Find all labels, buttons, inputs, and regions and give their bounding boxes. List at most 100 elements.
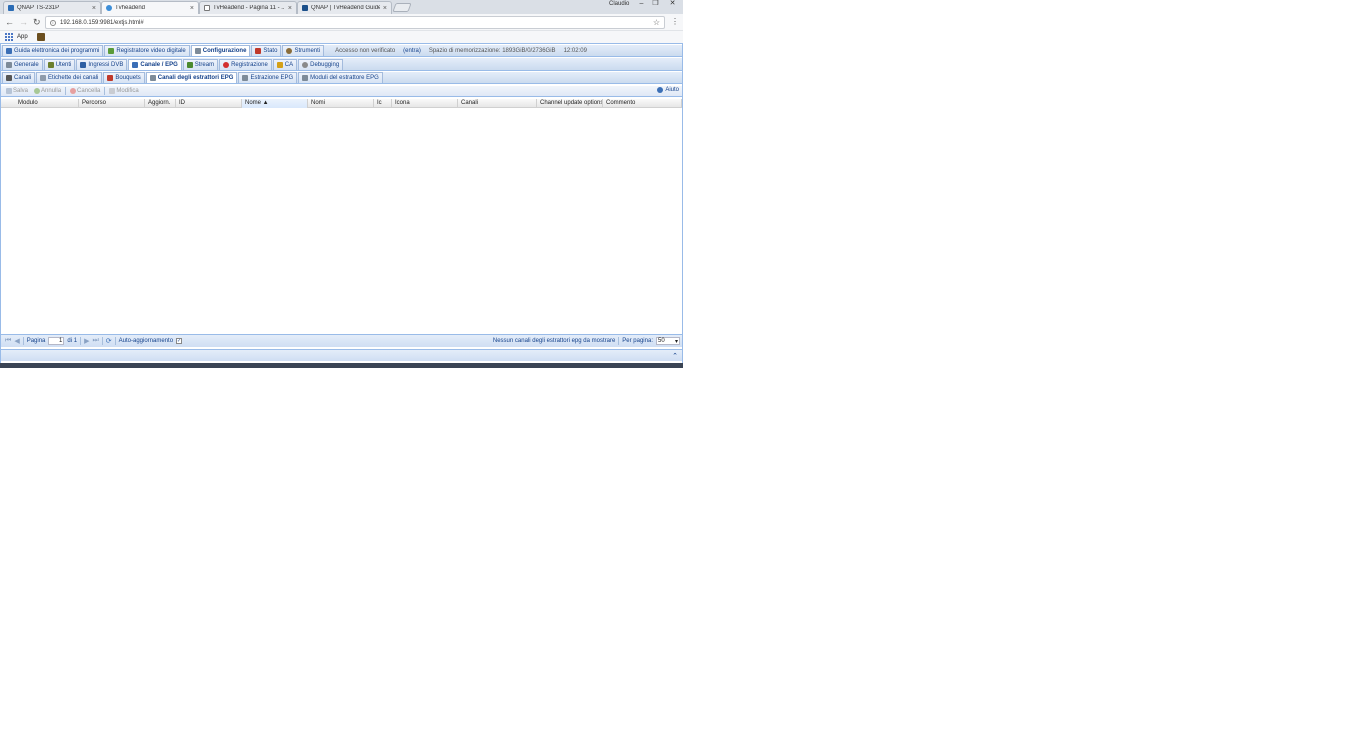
paging-right: Nessun canali degli estrattori epg da mo… bbox=[493, 337, 680, 345]
last-page-icon[interactable]: ⏭ bbox=[92, 337, 98, 345]
tab-dvb-inputs[interactable]: Ingressi DVB bbox=[76, 59, 128, 70]
tab-ca[interactable]: CA bbox=[272, 59, 298, 70]
tag-icon bbox=[40, 75, 47, 81]
prev-page-icon[interactable]: ◀ bbox=[14, 337, 19, 345]
tab-channel-epg[interactable]: Canale / EPG bbox=[128, 59, 182, 70]
url-text[interactable]: 192.168.0.159:9981/extjs.html# bbox=[60, 20, 144, 26]
reload-icon[interactable]: ↻ bbox=[33, 17, 41, 27]
tab-bouquets[interactable]: Bouquets bbox=[103, 72, 145, 83]
apps-label[interactable]: App bbox=[17, 34, 28, 40]
tab-label: Registrazione bbox=[231, 62, 268, 68]
save-icon bbox=[6, 88, 12, 94]
login-link[interactable]: (entra) bbox=[403, 48, 421, 54]
document-icon bbox=[204, 5, 210, 11]
module-icon bbox=[302, 75, 309, 81]
column-header[interactable]: Icona bbox=[392, 99, 458, 108]
tab-label: Guida elettronica dei programmi bbox=[14, 48, 100, 54]
undo-button[interactable]: Annulla bbox=[32, 88, 63, 94]
tab-title: QNAP TS-231P bbox=[17, 5, 60, 11]
tab-debugging[interactable]: Debugging bbox=[298, 59, 344, 70]
browser-tab-qnap[interactable]: QNAP TS-231P × bbox=[3, 1, 101, 14]
menu-icon[interactable]: ⋮ bbox=[671, 17, 679, 26]
browser-window: QNAP TS-231P × Tvheadend × TvHeadend - P… bbox=[0, 0, 683, 368]
tab-label: Generale bbox=[14, 62, 39, 68]
info-icon[interactable]: i bbox=[50, 19, 56, 26]
back-icon[interactable]: ← bbox=[5, 17, 14, 27]
tab-epg-grabber-modules[interactable]: Moduli del estrattore EPG bbox=[298, 72, 383, 83]
first-page-icon[interactable]: ⏮ bbox=[5, 337, 11, 345]
tab-configuration[interactable]: Configurazione bbox=[190, 45, 251, 56]
browser-tab-guide[interactable]: QNAP | TvHeadend Guide ... × bbox=[297, 1, 392, 14]
apps-grid-icon[interactable] bbox=[5, 33, 13, 41]
status-icon bbox=[255, 48, 262, 54]
column-header[interactable]: Nomi bbox=[308, 99, 374, 108]
column-header[interactable]: ID bbox=[176, 99, 242, 108]
browser-tab-strip: QNAP TS-231P × Tvheadend × TvHeadend - P… bbox=[0, 0, 683, 14]
column-header[interactable]: Nome ▲ bbox=[242, 99, 308, 108]
tab-epg-grabber[interactable]: Estrazione EPG bbox=[238, 72, 298, 83]
tab-title: QNAP | TvHeadend Guide ... bbox=[311, 5, 380, 11]
tab-tools[interactable]: Strumenti bbox=[282, 45, 325, 56]
column-header[interactable]: Percorso bbox=[79, 99, 145, 108]
tab-recording[interactable]: Registrazione bbox=[219, 59, 272, 70]
tab-epg[interactable]: Guida elettronica dei programmi bbox=[2, 45, 104, 56]
tab-label: Canale / EPG bbox=[140, 62, 178, 68]
empty-message: Nessun canali degli estrattori epg da mo… bbox=[492, 338, 616, 344]
auto-refresh-checkbox[interactable]: ✓ bbox=[176, 338, 183, 344]
browser-tab-tvheadend[interactable]: Tvheadend × bbox=[101, 1, 199, 14]
toolbar-separator bbox=[22, 337, 24, 345]
antenna-icon bbox=[80, 62, 87, 68]
column-header[interactable]: Modulo bbox=[1, 99, 79, 108]
close-tab-icon[interactable]: × bbox=[190, 5, 194, 12]
tab-channel-tags[interactable]: Etichette dei canali bbox=[36, 72, 103, 83]
tab-channels[interactable]: Canali bbox=[2, 72, 36, 83]
next-page-icon[interactable]: ▶ bbox=[84, 337, 89, 345]
tab-epg-grabber-channels[interactable]: Canali degli estrattori EPG bbox=[145, 72, 238, 83]
delete-button[interactable]: Cancella bbox=[68, 88, 102, 94]
column-header[interactable]: Aggiorn. bbox=[145, 99, 176, 108]
stream-icon bbox=[186, 62, 193, 68]
column-header[interactable]: Channel update options bbox=[537, 99, 603, 108]
storage-status: Spazio di memorizzazione: 1893GiB/0/2736… bbox=[428, 47, 556, 54]
channel-icon bbox=[132, 62, 139, 68]
tab-label: Moduli del estrattore EPG bbox=[310, 75, 379, 81]
bookmark-icon[interactable] bbox=[36, 33, 45, 41]
tab-status[interactable]: Stato bbox=[251, 45, 282, 56]
tab-label: Ingressi DVB bbox=[88, 62, 124, 68]
new-tab-button[interactable] bbox=[392, 3, 412, 12]
config-tab-row: Generale Utenti Ingressi DVB Canale / EP… bbox=[1, 58, 682, 71]
button-label: Cancella bbox=[77, 88, 101, 94]
close-window-icon[interactable]: ✕ bbox=[665, 0, 680, 8]
edit-button[interactable]: Modifica bbox=[107, 88, 140, 94]
forward-icon[interactable]: → bbox=[19, 17, 28, 27]
column-header[interactable]: Commento bbox=[603, 99, 682, 108]
close-tab-icon[interactable]: × bbox=[92, 5, 96, 12]
tv-guide-icon bbox=[6, 48, 12, 54]
close-tab-icon[interactable]: × bbox=[288, 5, 292, 12]
grabber-icon bbox=[149, 75, 156, 81]
main-tab-row: Guida elettronica dei programmi Registra… bbox=[1, 45, 682, 57]
tab-label: Etichette dei canali bbox=[48, 75, 99, 81]
tab-general[interactable]: Generale bbox=[2, 59, 43, 70]
browser-tab-forum[interactable]: TvHeadend - Pagina 11 - ... × bbox=[199, 1, 297, 14]
bookmark-star-icon[interactable]: ☆ bbox=[653, 18, 660, 27]
profile-name[interactable]: Claudio bbox=[609, 1, 629, 7]
save-button[interactable]: Salva bbox=[4, 88, 30, 94]
column-header[interactable]: Ic bbox=[374, 99, 392, 108]
per-page-select[interactable]: 50 ▾ bbox=[656, 337, 680, 345]
toolbar-separator bbox=[104, 87, 106, 95]
per-page-label: Per pagina: bbox=[622, 338, 653, 344]
tab-stream[interactable]: Stream bbox=[182, 59, 219, 70]
address-bar[interactable]: i 192.168.0.159:9981/extjs.html# ☆ bbox=[45, 16, 665, 29]
minimize-icon[interactable]: – bbox=[634, 0, 649, 8]
page-input[interactable]: 1 bbox=[48, 337, 65, 345]
refresh-icon[interactable]: ⟳ bbox=[106, 337, 112, 345]
tab-users[interactable]: Utenti bbox=[43, 59, 76, 70]
channel-icon bbox=[6, 75, 12, 81]
expand-icon[interactable]: ⌃ bbox=[672, 352, 678, 360]
help-button[interactable]: Aiuto bbox=[657, 87, 679, 93]
tab-dvr[interactable]: Registratore video digitale bbox=[104, 45, 190, 56]
close-tab-icon[interactable]: × bbox=[383, 5, 387, 12]
maximize-icon[interactable]: ❐ bbox=[648, 0, 663, 8]
column-header[interactable]: Canali bbox=[458, 99, 537, 108]
